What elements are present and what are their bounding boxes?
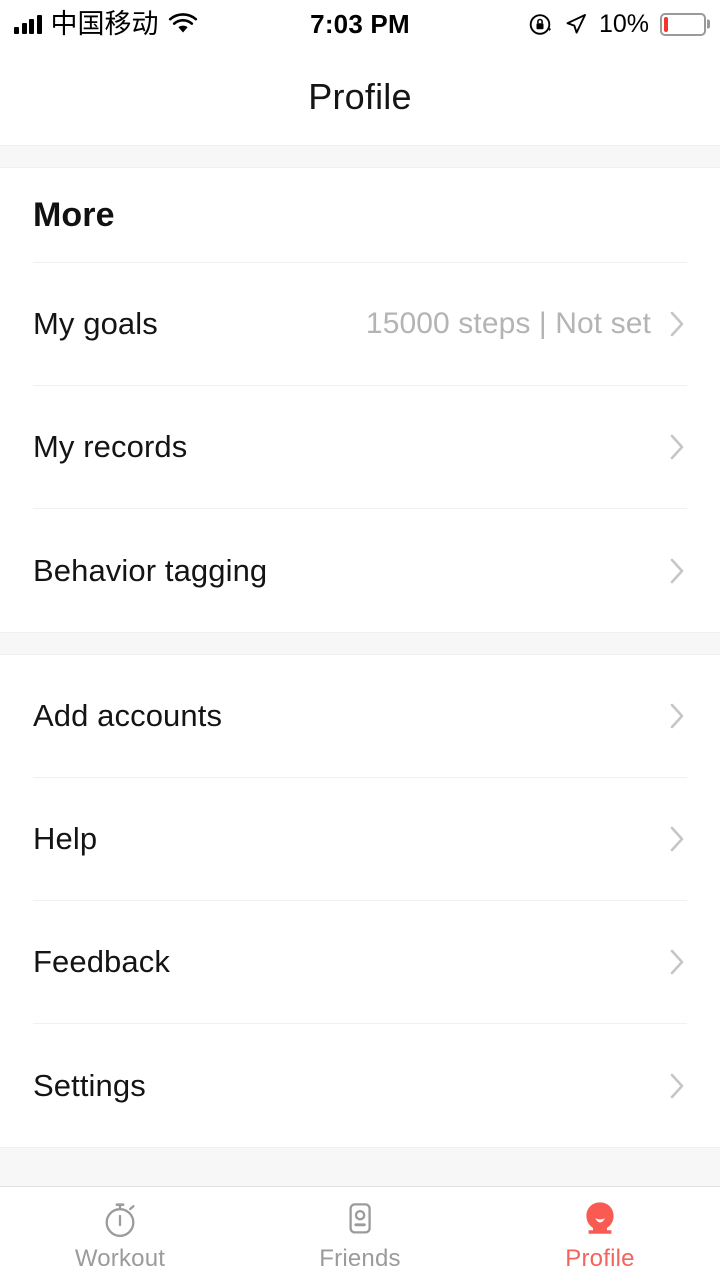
status-bar-left: 中国移动 xyxy=(14,11,198,38)
row-label: My records xyxy=(33,429,188,464)
main-content: More My goals 15000 steps | Not set My r… xyxy=(0,145,720,1186)
section-separator-bottom xyxy=(0,1147,720,1186)
settings-group-1: More My goals 15000 steps | Not set My r… xyxy=(0,168,720,632)
contact-card-icon xyxy=(337,1197,383,1241)
tab-label: Friends xyxy=(319,1244,401,1272)
tab-label: Profile xyxy=(565,1244,635,1272)
row-label: My goals xyxy=(33,306,158,341)
section-separator-middle xyxy=(0,632,720,655)
chevron-right-icon xyxy=(669,309,687,339)
app-screen: 中国移动 7:03 PM 10% Profile More My goals 1… xyxy=(0,0,720,1280)
status-bar: 中国移动 7:03 PM 10% xyxy=(0,0,720,48)
chevron-right-icon xyxy=(669,1071,687,1101)
bottom-tab-bar: Workout Friends Profile xyxy=(0,1186,720,1280)
row-my-goals[interactable]: My goals 15000 steps | Not set xyxy=(33,263,687,386)
chevron-right-icon xyxy=(669,947,687,977)
signal-bars-icon xyxy=(14,14,42,34)
chevron-right-icon xyxy=(669,432,687,462)
battery-icon xyxy=(660,12,706,36)
location-arrow-icon xyxy=(564,12,588,36)
row-my-records[interactable]: My records xyxy=(33,386,687,509)
nav-bar: Profile xyxy=(0,48,720,145)
carrier-name: 中国移动 xyxy=(50,8,159,40)
stopwatch-icon xyxy=(97,1197,143,1241)
chevron-right-icon xyxy=(669,701,687,731)
row-behavior-tagging[interactable]: Behavior tagging xyxy=(33,509,687,632)
row-value: 15000 steps | Not set xyxy=(365,307,651,340)
settings-group-2: Add accounts Help Feedback Settings xyxy=(0,655,720,1147)
row-settings[interactable]: Settings xyxy=(33,1024,687,1147)
row-add-accounts[interactable]: Add accounts xyxy=(33,655,687,778)
row-label: Behavior tagging xyxy=(33,552,268,588)
person-head-icon xyxy=(577,1197,623,1241)
row-label: Settings xyxy=(33,1067,146,1103)
chevron-right-icon xyxy=(669,824,687,854)
wifi-icon xyxy=(168,13,198,35)
tab-workout[interactable]: Workout xyxy=(0,1187,240,1280)
row-feedback[interactable]: Feedback xyxy=(33,901,687,1024)
page-title: Profile xyxy=(308,75,412,117)
battery-percent-label: 10% xyxy=(598,9,649,38)
tab-profile[interactable]: Profile xyxy=(480,1187,720,1280)
row-label: Add accounts xyxy=(33,698,223,733)
row-help[interactable]: Help xyxy=(33,778,687,901)
tab-friends[interactable]: Friends xyxy=(240,1187,480,1280)
row-label: Help xyxy=(33,821,98,856)
rotation-lock-icon xyxy=(528,12,553,37)
row-label: Feedback xyxy=(33,944,170,979)
status-bar-right: 10% xyxy=(528,10,706,39)
section-title: More xyxy=(33,195,115,234)
chevron-right-icon xyxy=(669,556,687,586)
section-header-more: More xyxy=(33,168,687,263)
tab-label: Workout xyxy=(74,1244,166,1272)
section-separator-top xyxy=(0,145,720,168)
